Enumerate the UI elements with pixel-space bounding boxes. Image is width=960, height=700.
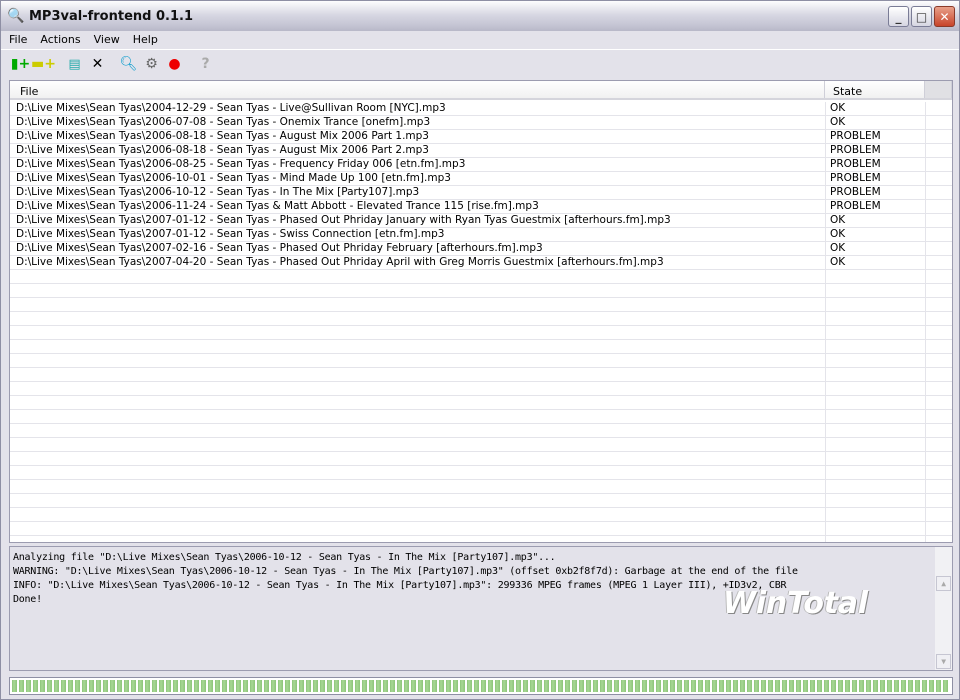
- stop-icon: ●: [168, 56, 181, 72]
- column-header-state[interactable]: State: [825, 81, 925, 98]
- toolbar: ▮+ ▬+ ▤ ✕ 🔍︎ ⚙ ● ?: [1, 51, 959, 77]
- list-header: File State: [10, 81, 952, 100]
- clear-icon: ✕: [91, 56, 104, 72]
- stop-button[interactable]: ●: [163, 53, 186, 75]
- table-row[interactable]: D:\Live Mixes\Sean Tyas\2006-10-12 - Sea…: [10, 186, 952, 200]
- table-row[interactable]: D:\Live Mixes\Sean Tyas\2007-04-20 - Sea…: [10, 256, 952, 270]
- file-state: OK: [830, 256, 846, 268]
- menu-view[interactable]: View: [86, 31, 125, 49]
- file-state: PROBLEM: [830, 186, 881, 198]
- log-scrollbar[interactable]: ▲ ▼: [935, 547, 952, 670]
- table-row[interactable]: D:\Live Mixes\Sean Tyas\2006-11-24 - Sea…: [10, 200, 952, 214]
- app-window: 🔍 MP3val-frontend 0.1.1 _ □ ✕ File Actio…: [0, 0, 960, 700]
- menu-bar: File Actions View Help: [1, 31, 959, 50]
- file-path: D:\Live Mixes\Sean Tyas\2006-08-18 - Sea…: [16, 130, 429, 142]
- file-list[interactable]: File State D:\Live Mixes\Sean Tyas\2004-…: [9, 80, 953, 543]
- log-line: Analyzing file "D:\Live Mixes\Sean Tyas\…: [13, 552, 556, 563]
- file-state: OK: [830, 242, 846, 254]
- file-path: D:\Live Mixes\Sean Tyas\2007-02-16 - Sea…: [16, 242, 543, 254]
- file-path: D:\Live Mixes\Sean Tyas\2006-08-18 - Sea…: [16, 144, 429, 156]
- gear-icon: ⚙: [145, 56, 158, 72]
- menu-help[interactable]: Help: [125, 31, 163, 49]
- add-folder-button[interactable]: ▬+: [31, 53, 56, 75]
- log-line: WARNING: "D:\Live Mixes\Sean Tyas\2006-1…: [13, 566, 798, 577]
- file-path: D:\Live Mixes\Sean Tyas\2007-01-12 - Sea…: [16, 228, 445, 240]
- clear-button[interactable]: ✕: [86, 53, 109, 75]
- column-header-file[interactable]: File: [10, 81, 825, 98]
- scan-button[interactable]: 🔍︎: [117, 53, 140, 75]
- file-state: OK: [830, 228, 846, 240]
- file-state: OK: [830, 214, 846, 226]
- table-row[interactable]: D:\Live Mixes\Sean Tyas\2006-10-01 - Sea…: [10, 172, 952, 186]
- menu-actions[interactable]: Actions: [32, 31, 85, 49]
- table-row[interactable]: D:\Live Mixes\Sean Tyas\2006-07-08 - Sea…: [10, 116, 952, 130]
- add-folder-icon: ▬+: [31, 56, 56, 72]
- file-path: D:\Live Mixes\Sean Tyas\2006-10-12 - Sea…: [16, 186, 420, 198]
- table-row[interactable]: D:\Live Mixes\Sean Tyas\2007-02-16 - Sea…: [10, 242, 952, 256]
- scroll-down-button[interactable]: ▼: [936, 654, 951, 669]
- magnifier-icon: 🔍︎: [119, 56, 138, 72]
- file-state: OK: [830, 116, 846, 128]
- table-row[interactable]: D:\Live Mixes\Sean Tyas\2007-01-12 - Sea…: [10, 228, 952, 242]
- scroll-up-button[interactable]: ▲: [936, 576, 951, 591]
- progress-fill: [12, 680, 950, 692]
- file-state: PROBLEM: [830, 144, 881, 156]
- minimize-button[interactable]: _: [888, 6, 909, 27]
- file-state: OK: [830, 102, 846, 114]
- title-bar: 🔍 MP3val-frontend 0.1.1 _ □ ✕: [1, 1, 959, 31]
- list-rows: D:\Live Mixes\Sean Tyas\2004-12-29 - Sea…: [10, 102, 952, 542]
- table-row[interactable]: D:\Live Mixes\Sean Tyas\2006-08-25 - Sea…: [10, 158, 952, 172]
- file-path: D:\Live Mixes\Sean Tyas\2007-04-20 - Sea…: [16, 256, 664, 268]
- maximize-button[interactable]: □: [911, 6, 932, 27]
- remove-icon: ▤: [68, 56, 81, 72]
- file-path: D:\Live Mixes\Sean Tyas\2007-01-12 - Sea…: [16, 214, 671, 226]
- add-file-icon: ▮+: [10, 56, 31, 72]
- file-path: D:\Live Mixes\Sean Tyas\2006-07-08 - Sea…: [16, 116, 431, 128]
- app-icon: 🔍: [7, 8, 25, 24]
- file-state: PROBLEM: [830, 130, 881, 142]
- table-row[interactable]: D:\Live Mixes\Sean Tyas\2006-08-18 - Sea…: [10, 144, 952, 158]
- file-path: D:\Live Mixes\Sean Tyas\2006-08-25 - Sea…: [16, 158, 466, 170]
- watermark-logo: WinTotal: [723, 586, 868, 621]
- progress-bar: [9, 677, 953, 695]
- menu-file[interactable]: File: [1, 31, 32, 49]
- file-state: PROBLEM: [830, 172, 881, 184]
- file-path: D:\Live Mixes\Sean Tyas\2006-11-24 - Sea…: [16, 200, 539, 212]
- file-state: PROBLEM: [830, 158, 881, 170]
- table-row[interactable]: D:\Live Mixes\Sean Tyas\2004-12-29 - Sea…: [10, 102, 952, 116]
- file-state: PROBLEM: [830, 200, 881, 212]
- add-file-button[interactable]: ▮+: [9, 53, 32, 75]
- close-button[interactable]: ✕: [934, 6, 955, 27]
- file-path: D:\Live Mixes\Sean Tyas\2004-12-29 - Sea…: [16, 102, 446, 114]
- log-output[interactable]: Analyzing file "D:\Live Mixes\Sean Tyas\…: [9, 546, 953, 671]
- window-title: MP3val-frontend 0.1.1: [29, 8, 193, 24]
- table-row[interactable]: D:\Live Mixes\Sean Tyas\2006-08-18 - Sea…: [10, 130, 952, 144]
- remove-button[interactable]: ▤: [63, 53, 86, 75]
- fix-button[interactable]: ⚙: [140, 53, 163, 75]
- help-icon: ?: [201, 56, 210, 72]
- help-button[interactable]: ?: [194, 53, 217, 75]
- file-path: D:\Live Mixes\Sean Tyas\2006-10-01 - Sea…: [16, 172, 451, 184]
- table-row[interactable]: D:\Live Mixes\Sean Tyas\2007-01-12 - Sea…: [10, 214, 952, 228]
